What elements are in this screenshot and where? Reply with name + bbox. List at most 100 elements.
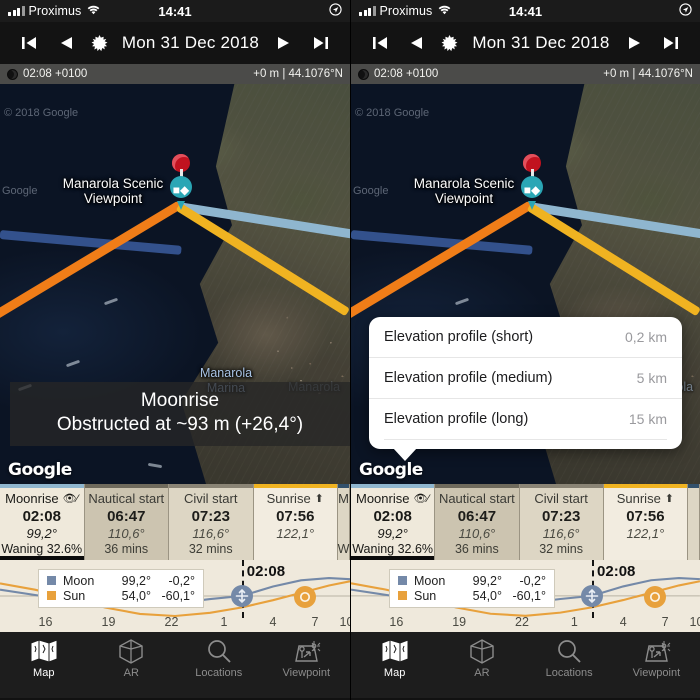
viewpoint-marker-icon[interactable]: ■◆	[170, 176, 192, 210]
event-title: Moonrise 👁⁄	[5, 491, 79, 506]
status-bar-right	[679, 3, 692, 19]
moon-phase-icon	[7, 68, 18, 80]
menu-item-value: 0,2 km	[624, 329, 667, 345]
event-column-civil-start[interactable]: Civil start 07:23 116,6° 32 mins	[169, 484, 254, 560]
status-bar: Proximus 14:41	[351, 0, 700, 22]
chart-x-tick: 19	[101, 615, 116, 629]
tab-map[interactable]: Map	[351, 632, 438, 698]
chart-x-tick: 10	[689, 615, 700, 629]
event-azimuth: 110,6°	[107, 526, 145, 541]
elevation-coords-label: +0 m | 44.1076°N	[253, 68, 343, 80]
event-column-sunrise[interactable]: Sunrise ⬆ 07:56 122,1°	[603, 484, 688, 560]
banner-detail: Obstructed at ~93 m (+26,4°)	[56, 414, 304, 435]
tab-label: Viewpoint	[282, 667, 331, 679]
step-back-icon[interactable]	[405, 33, 427, 53]
menu-item-label: Elevation profile (short)	[384, 329, 534, 345]
event-time: 07:56	[276, 508, 315, 525]
chart-x-tick: 4	[619, 615, 627, 629]
step-forward-icon[interactable]	[624, 33, 646, 53]
chart-x-tick: 19	[452, 615, 467, 629]
event-column-moonrise[interactable]: Moonrise 👁⁄ 02:08 99,2° Waning 32.6%	[351, 484, 436, 560]
event-column-nautical-start[interactable]: Nautical start 06:47 110,6° 36 mins	[84, 484, 169, 560]
tab-label: Viewpoint	[632, 667, 681, 679]
sun-icon	[91, 34, 108, 52]
event-time: 02:08	[22, 508, 61, 525]
moon-handle-icon[interactable]	[230, 585, 253, 607]
obstructed-eye-icon: 👁⁄	[413, 493, 430, 505]
chart-x-tick: 7	[311, 615, 319, 629]
event-column-civil-start[interactable]: Civil start 07:23 116,6° 32 mins	[519, 484, 604, 560]
sun-icon	[441, 34, 458, 52]
menu-item-value: 5 km	[636, 370, 667, 386]
event-title: Nautical start	[438, 491, 515, 506]
map-view[interactable]: © 2018 Google Google ■◆ Manarola Scenic …	[351, 84, 700, 484]
event-sub: 36 mins	[104, 542, 149, 556]
tab-viewpoint[interactable]: Viewpoint	[613, 632, 700, 698]
location-arrow-icon	[679, 3, 692, 19]
elevation-profile-menu[interactable]: Elevation profile (short) 0,2 km Elevati…	[369, 317, 682, 461]
chart-x-tick: 16	[389, 615, 404, 629]
event-time: 06:47	[107, 508, 146, 525]
tab-locations[interactable]: Locations	[526, 632, 613, 698]
sun-handle-icon[interactable]	[643, 586, 666, 608]
moon-swatch	[398, 576, 407, 585]
location-arrow-icon	[329, 3, 342, 19]
event-column-sunrise[interactable]: Sunrise ⬆ 07:56 122,1°	[253, 484, 338, 560]
sun-handle-icon[interactable]	[293, 586, 316, 608]
tab-label: AR	[123, 667, 139, 679]
skip-to-start-icon[interactable]	[19, 33, 41, 53]
skip-to-end-icon[interactable]	[309, 33, 331, 53]
tab-ar[interactable]: AR	[88, 632, 176, 698]
current-time-label: 02:08	[246, 563, 286, 580]
skip-to-start-icon[interactable]	[369, 33, 391, 53]
cellular-signal-icon	[359, 6, 376, 16]
event-table: Moonrise 👁⁄ 02:08 99,2° Waning 32.6% Nau…	[351, 484, 700, 560]
date-navigation-bar: Mon 31 Dec 2018	[351, 22, 700, 64]
banner-title: Moonrise	[140, 390, 220, 411]
event-column-nautical-start[interactable]: Nautical start 06:47 110,6° 36 mins	[435, 484, 520, 560]
moon-swatch	[47, 576, 56, 585]
arrow-up-icon: ⬆	[314, 493, 324, 505]
menu-item-elevation-medium[interactable]: Elevation profile (medium) 5 km	[369, 357, 682, 398]
event-sub: Waning 32.6%	[1, 542, 83, 556]
altitude-chart[interactable]: 02:08 Moon 99,2° -0,2° Sun 54,0° -60,1° …	[351, 560, 700, 632]
current-date-label[interactable]: Mon 31 Dec 2018	[472, 33, 609, 53]
viewpoint-marker-icon[interactable]: ■◆	[521, 176, 543, 210]
event-azimuth: 99,2°	[377, 526, 408, 541]
map-view[interactable]: © 2018 Google Google ■◆ Manarola Scenic …	[0, 84, 350, 484]
event-column-partial[interactable]: M W	[338, 484, 350, 560]
tab-label: Locations	[195, 667, 243, 679]
sun-swatch	[398, 591, 407, 600]
chart-legend: Moon 99,2° -0,2° Sun 54,0° -60,1°	[38, 569, 204, 608]
tab-map[interactable]: Map	[0, 632, 88, 698]
event-column-moonrise[interactable]: Moonrise 👁⁄ 02:08 99,2° Waning 32.6%	[0, 484, 85, 560]
skip-to-end-icon[interactable]	[660, 33, 682, 53]
step-back-icon[interactable]	[55, 33, 77, 53]
event-sub: Waning 32.6%	[352, 542, 434, 556]
status-bar-left: Proximus	[8, 4, 100, 18]
current-date-label[interactable]: Mon 31 Dec 2018	[122, 33, 259, 53]
menu-item-elevation-long[interactable]: Elevation profile (long) 15 km	[369, 398, 682, 439]
tab-locations[interactable]: Locations	[175, 632, 263, 698]
status-bar-left: Proximus	[359, 4, 451, 18]
google-watermark: Google	[8, 460, 72, 480]
legend-row-moon: Moon 99,2° -0,2°	[47, 573, 195, 588]
chart-x-tick: 7	[661, 615, 669, 629]
event-column-partial[interactable]	[688, 484, 700, 560]
tab-ar[interactable]: AR	[438, 632, 525, 698]
legend-row-moon: Moon 99,2° -0,2°	[398, 573, 546, 588]
event-time: 07:56	[626, 508, 665, 525]
menu-item-elevation-short[interactable]: Elevation profile (short) 0,2 km	[369, 317, 682, 357]
event-title: Civil start	[184, 491, 238, 506]
obstructed-eye-icon: 👁⁄	[62, 493, 79, 505]
tab-viewpoint[interactable]: Viewpoint	[263, 632, 351, 698]
moon-handle-icon[interactable]	[580, 585, 603, 607]
event-title: Sunrise ⬆	[266, 491, 324, 506]
elevation-coords-label: +0 m | 44.1076°N	[603, 68, 693, 80]
step-forward-icon[interactable]	[273, 33, 295, 53]
moon-phase-icon	[358, 68, 369, 80]
altitude-chart[interactable]: 02:08 Moon 99,2° -0,2° Sun 54,0° -60,1° …	[0, 560, 350, 632]
info-strip-left: 02:08 +0100	[358, 68, 438, 80]
legend-row-sun: Sun 54,0° -60,1°	[47, 588, 195, 603]
chart-x-tick: 1	[220, 615, 228, 629]
